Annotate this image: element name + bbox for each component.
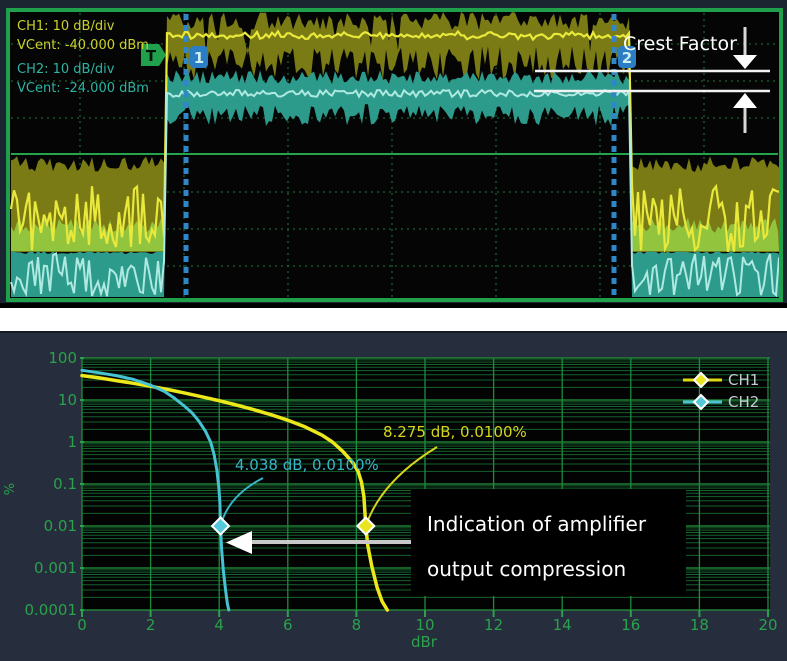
y-tick-label: 0.001: [34, 559, 77, 577]
ch2-marker-value-label: 4.038 dB, 0.0100%: [235, 456, 379, 474]
x-tick-label: 10: [415, 616, 434, 634]
y-tick-label: 0.01: [44, 517, 77, 535]
y-tick-label: 1: [67, 433, 77, 451]
x-tick-label: 18: [690, 616, 709, 634]
x-tick-label: 14: [553, 616, 572, 634]
x-tick-label: 4: [214, 616, 224, 634]
x-axis-label: dBr: [411, 633, 438, 651]
x-tick-label: 0: [77, 616, 87, 634]
crest-factor-label: Crest Factor: [623, 33, 737, 55]
x-tick-label: 20: [758, 616, 777, 634]
ccdf-top-edge: [0, 331, 787, 333]
power-vs-time-scope: 12TCrest FactorCH1: 10 dB/divVCent: -40.…: [0, 0, 787, 308]
compression-callout-line1: Indication of amplifier: [427, 512, 647, 536]
panel-gap: [0, 308, 787, 331]
ch1-setting-readout: CH1: 10 dB/div: [17, 19, 115, 34]
scope-shadow: [0, 303, 787, 308]
x-tick-label: 6: [283, 616, 293, 634]
ch1-vcenter-readout: VCent: -40.000 dBm: [17, 38, 149, 53]
ccdf-chart: 0 2 4 6 8 10 12 14 16 18 20 100 10 1 0.1 0.01 0.001 0.000…: [0, 331, 787, 661]
y-tick-label: 0.0001: [25, 601, 78, 619]
x-tick-label: 2: [146, 616, 156, 634]
ch2-setting-readout: CH2: 10 dB/div: [17, 62, 115, 77]
x-tick-label: 8: [352, 616, 362, 634]
ch2-vcenter-readout: VCent: -24.000 dBm: [17, 81, 149, 96]
legend-ch2-label: CH2: [728, 393, 759, 411]
y-tick-label: 100: [48, 349, 77, 367]
compression-callout-line2: output compression: [427, 557, 626, 581]
y-axis-label: %: [3, 483, 18, 495]
ch1-marker-value-label: 8.275 dB, 0.0100%: [383, 423, 527, 441]
signal-analyzer-screenshot: 12TCrest FactorCH1: 10 dB/divVCent: -40.…: [0, 0, 787, 661]
y-tick-label: 10: [58, 391, 77, 409]
legend-ch1-label: CH1: [728, 371, 759, 389]
x-tick-label: 16: [621, 616, 640, 634]
x-tick-label: 12: [484, 616, 503, 634]
gate-1-badge-label: 1: [194, 49, 204, 67]
y-tick-label: 0.1: [53, 475, 77, 493]
